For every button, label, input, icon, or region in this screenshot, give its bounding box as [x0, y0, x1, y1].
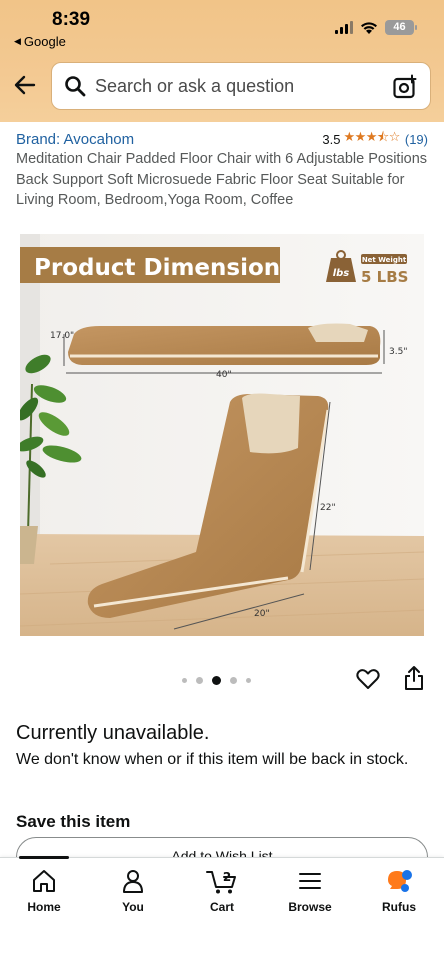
nav-home-label: Home [27, 900, 61, 914]
person-icon [123, 870, 143, 893]
menu-icon [299, 873, 321, 889]
availability-text: We don't know when or if this item will … [16, 751, 409, 768]
back-triangle-icon: ◀ [14, 36, 21, 46]
nav-cart-label: Cart [209, 900, 234, 914]
home-icon [33, 870, 55, 892]
svg-text:5 LBS: 5 LBS [361, 268, 408, 286]
search-icon [65, 76, 86, 97]
image-carousel-dots[interactable] [182, 676, 251, 685]
svg-text:lbs: lbs [333, 268, 350, 279]
status-time: 8:39 [52, 9, 91, 30]
svg-text:40": 40" [216, 370, 232, 380]
back-to-app-link[interactable]: ◀ Google [14, 34, 66, 49]
product-title: Meditation Chair Padded Floor Chair with… [16, 151, 428, 208]
camera-lens-icon[interactable] [392, 74, 418, 100]
cart-icon: 2 [206, 870, 236, 894]
svg-text:20": 20" [254, 609, 270, 619]
nav-browse[interactable]: Browse [270, 868, 350, 914]
svg-text:2: 2 [223, 870, 231, 884]
star-rating-icon: ★★★⯪☆ [343, 129, 400, 144]
nav-browse-label: Browse [288, 900, 332, 914]
svg-text:17.0": 17.0" [50, 331, 74, 341]
nav-home[interactable]: Home [4, 868, 84, 914]
rating-summary[interactable]: 3.5 ★★★⯪☆ (19) [322, 128, 428, 150]
back-app-label: Google [23, 34, 66, 49]
rufus-icon [388, 870, 412, 892]
carousel-dot-active[interactable] [212, 676, 221, 685]
carousel-dot[interactable] [196, 677, 203, 684]
cellular-signal-icon [335, 21, 353, 34]
nav-rufus-label: Rufus [382, 900, 416, 914]
nav-active-indicator [19, 856, 69, 859]
nav-you[interactable]: You [93, 868, 173, 914]
availability-title: Currently unavailable. [16, 722, 210, 744]
wifi-icon [361, 21, 377, 34]
carousel-dot[interactable] [182, 678, 187, 683]
svg-text:22": 22" [320, 503, 336, 513]
battery-icon: 46 [385, 20, 417, 35]
save-item-heading: Save this item [16, 812, 131, 831]
brand-rating-row: Brand: Avocahom 3.5 ★★★⯪☆ (19) [16, 128, 428, 150]
arrow-left-icon[interactable] [12, 72, 38, 98]
status-indicators: 46 [335, 20, 417, 35]
top-header: 8:39 ◀ Google 46 Search or ask a questio… [0, 0, 444, 122]
svg-text:3.5": 3.5" [389, 347, 407, 357]
share-icon[interactable] [402, 665, 426, 691]
rating-value: 3.5 [322, 131, 341, 147]
nav-cart[interactable]: 2 Cart [182, 868, 262, 914]
search-input[interactable]: Search or ask a question [51, 62, 431, 110]
carousel-dot[interactable] [230, 677, 237, 684]
dimension-banner-text: Product Dimension [34, 255, 280, 281]
nav-you-label: You [122, 900, 144, 914]
heart-icon[interactable] [355, 666, 381, 692]
svg-text:Net Weight: Net Weight [362, 256, 407, 264]
rating-count: (19) [404, 131, 428, 147]
product-image-illustration: Product Dimension lbs Net Weight 5 LBS 1… [20, 234, 424, 636]
search-placeholder: Search or ask a question [95, 75, 295, 96]
bottom-nav-bar: Home You 2 Cart Browse Rufus [0, 856, 444, 960]
product-image[interactable]: Product Dimension lbs Net Weight 5 LBS 1… [20, 234, 424, 636]
nav-rufus[interactable]: Rufus [359, 868, 439, 914]
brand-link[interactable]: Brand: Avocahom [16, 131, 134, 148]
carousel-dot[interactable] [246, 678, 251, 683]
